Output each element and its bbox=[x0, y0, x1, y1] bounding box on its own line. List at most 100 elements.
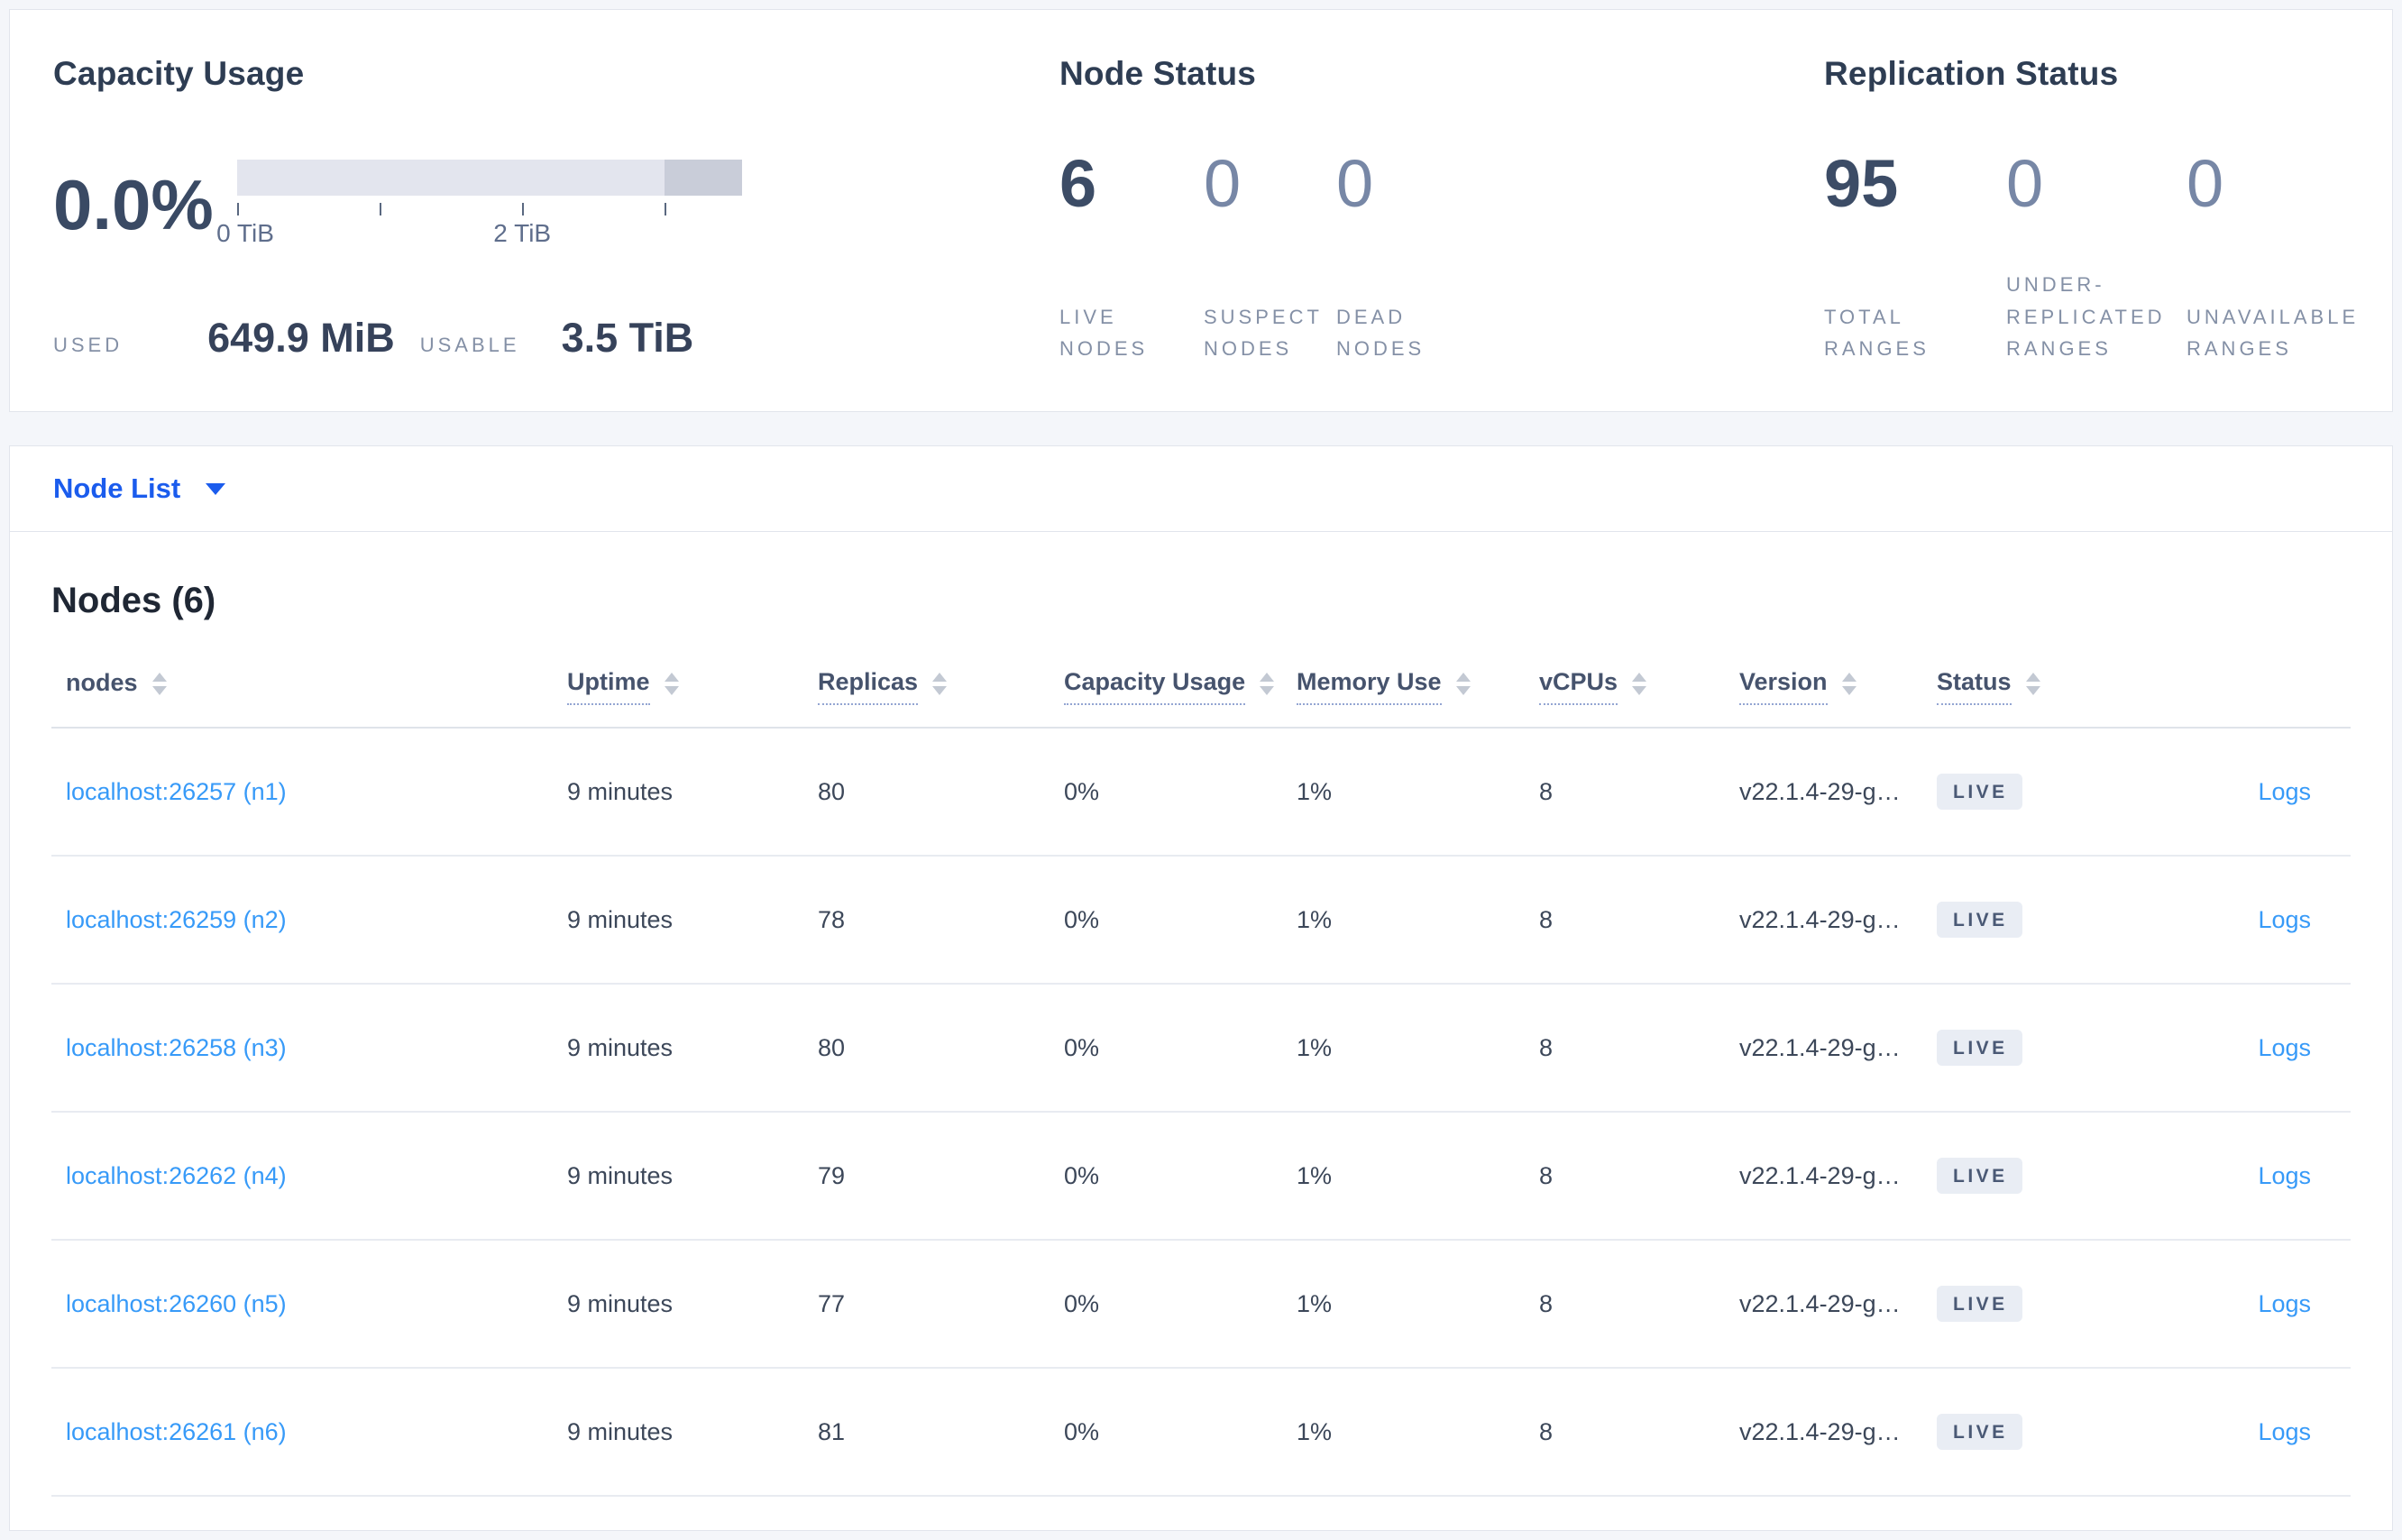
capacity-percent-value: 0.0% bbox=[53, 165, 214, 244]
unavailable-ranges-value: 0 bbox=[2187, 146, 2224, 221]
nodes-table-header: nodes Uptime Replicas Capacity Usage Mem… bbox=[51, 668, 2351, 729]
gauge-tick bbox=[522, 203, 525, 215]
status-cell: LIVE bbox=[1937, 1414, 2144, 1450]
capacity-usage-cell: 0% bbox=[1064, 1417, 1100, 1445]
column-header-version[interactable]: Version bbox=[1739, 668, 1937, 705]
status-badge: LIVE bbox=[1937, 1158, 2022, 1194]
status-badge: LIVE bbox=[1937, 1286, 2022, 1322]
gauge-tick bbox=[379, 203, 381, 215]
under-replicated-ranges-value: 0 bbox=[2006, 146, 2044, 221]
table-row: localhost:26261 (n6) 9 minutes 81 0% 1% … bbox=[51, 1369, 2351, 1497]
vcpus-cell: 8 bbox=[1539, 1033, 1554, 1061]
column-header-status[interactable]: Status bbox=[1937, 668, 2144, 705]
node-list-dropdown[interactable]: Node List bbox=[53, 472, 226, 505]
capacity-usage-panel: Capacity Usage 0.0% 0 TiB 2 TiB USED 649… bbox=[10, 10, 1052, 411]
column-header-nodes[interactable]: nodes bbox=[66, 669, 567, 704]
node-address-link[interactable]: localhost:26257 (n1) bbox=[66, 778, 287, 805]
uptime-cell: 9 minutes bbox=[567, 1161, 674, 1189]
version-cell: v22.1.4-29-g… bbox=[1739, 905, 1901, 933]
node-address-link[interactable]: localhost:26259 (n2) bbox=[66, 906, 287, 933]
node-address-link[interactable]: localhost:26261 (n6) bbox=[66, 1418, 287, 1445]
status-cell: LIVE bbox=[1937, 1158, 2144, 1194]
sort-icon bbox=[664, 673, 679, 695]
total-ranges-stat: 95 TOTAL RANGES bbox=[1824, 151, 2006, 364]
capacity-usage-cell: 0% bbox=[1064, 1161, 1100, 1189]
chevron-down-icon bbox=[206, 482, 226, 495]
suspect-nodes-stat: 0 SUSPECT NODES bbox=[1204, 151, 1336, 364]
live-nodes-value: 6 bbox=[1059, 146, 1097, 221]
usable-label: USABLE bbox=[419, 334, 520, 356]
suspect-nodes-label: SUSPECT NODES bbox=[1204, 305, 1323, 360]
version-cell: v22.1.4-29-g… bbox=[1739, 1289, 1901, 1317]
node-address-link[interactable]: localhost:26260 (n5) bbox=[66, 1290, 287, 1317]
used-value: 649.9 MiB bbox=[207, 315, 395, 361]
unavailable-ranges-stat: 0 UNAVAILABLE RANGES bbox=[2187, 151, 2376, 364]
vcpus-cell: 8 bbox=[1539, 1417, 1554, 1445]
view-selector-bar: Node List bbox=[9, 445, 2393, 532]
replication-status-panel: Replication Status 95 TOTAL RANGES 0 UND… bbox=[1817, 10, 2392, 411]
sort-icon bbox=[1632, 673, 1647, 695]
status-badge: LIVE bbox=[1937, 774, 2022, 810]
status-cell: LIVE bbox=[1937, 1286, 2144, 1322]
version-cell: v22.1.4-29-g… bbox=[1739, 777, 1901, 805]
capacity-gauge-tick-labels: 0 TiB 2 TiB bbox=[216, 219, 742, 250]
logs-link[interactable]: Logs bbox=[2258, 1162, 2311, 1189]
capacity-usage-cell: 0% bbox=[1064, 905, 1100, 933]
live-nodes-label: LIVE NODES bbox=[1059, 305, 1149, 360]
uptime-cell: 9 minutes bbox=[567, 1289, 674, 1317]
table-row: localhost:26257 (n1) 9 minutes 80 0% 1% … bbox=[51, 729, 2351, 857]
summary-panels-card: Capacity Usage 0.0% 0 TiB 2 TiB USED 649… bbox=[9, 9, 2393, 412]
dead-nodes-stat: 0 DEAD NODES bbox=[1336, 151, 1462, 364]
node-status-panel-title: Node Status bbox=[1059, 55, 1257, 92]
capacity-panel-title: Capacity Usage bbox=[53, 55, 305, 92]
node-address-link[interactable]: localhost:26262 (n4) bbox=[66, 1162, 287, 1189]
table-row: localhost:26262 (n4) 9 minutes 79 0% 1% … bbox=[51, 1113, 2351, 1241]
column-header-memory-use[interactable]: Memory Use bbox=[1297, 668, 1539, 705]
column-header-replicas[interactable]: Replicas bbox=[818, 668, 1064, 705]
uptime-cell: 9 minutes bbox=[567, 1033, 674, 1061]
uptime-cell: 9 minutes bbox=[567, 905, 674, 933]
uptime-cell: 9 minutes bbox=[567, 1417, 674, 1445]
logs-link[interactable]: Logs bbox=[2258, 906, 2311, 933]
uptime-cell: 9 minutes bbox=[567, 777, 674, 805]
nodes-table-title: Nodes (6) bbox=[51, 581, 216, 620]
node-list-dropdown-label: Node List bbox=[53, 472, 181, 504]
logs-cell: Logs bbox=[2144, 1290, 2351, 1318]
logs-link[interactable]: Logs bbox=[2258, 1034, 2311, 1061]
logs-cell: Logs bbox=[2144, 1034, 2351, 1062]
column-header-vcpus[interactable]: vCPUs bbox=[1539, 668, 1739, 705]
version-cell: v22.1.4-29-g… bbox=[1739, 1417, 1901, 1445]
vcpus-cell: 8 bbox=[1539, 1161, 1554, 1189]
status-cell: LIVE bbox=[1937, 902, 2144, 938]
table-row: localhost:26259 (n2) 9 minutes 78 0% 1% … bbox=[51, 857, 2351, 985]
status-cell: LIVE bbox=[1937, 774, 2144, 810]
status-badge: LIVE bbox=[1937, 902, 2022, 938]
suspect-nodes-value: 0 bbox=[1204, 146, 1242, 221]
column-header-capacity-usage[interactable]: Capacity Usage bbox=[1064, 668, 1297, 705]
column-header-uptime[interactable]: Uptime bbox=[567, 668, 818, 705]
node-address-link[interactable]: localhost:26258 (n3) bbox=[66, 1034, 287, 1061]
cluster-overview-page: Capacity Usage 0.0% 0 TiB 2 TiB USED 649… bbox=[0, 0, 2402, 1531]
node-status-stats: 6 LIVE NODES 0 SUSPECT NODES 0 DEAD NODE… bbox=[1059, 151, 1817, 411]
logs-link[interactable]: Logs bbox=[2258, 778, 2311, 805]
nodes-table-card: Nodes (6) nodes Uptime Replicas Capacity… bbox=[9, 532, 2393, 1531]
replicas-cell: 78 bbox=[818, 905, 846, 933]
under-replicated-ranges-label: UNDER-REPLICATED RANGES bbox=[2006, 273, 2166, 360]
memory-use-cell: 1% bbox=[1297, 777, 1333, 805]
sort-icon bbox=[1260, 673, 1275, 695]
logs-cell: Logs bbox=[2144, 1162, 2351, 1190]
memory-use-cell: 1% bbox=[1297, 1289, 1333, 1317]
logs-link[interactable]: Logs bbox=[2258, 1418, 2311, 1445]
total-ranges-label: TOTAL RANGES bbox=[1824, 305, 1930, 360]
memory-use-cell: 1% bbox=[1297, 1417, 1333, 1445]
table-row: localhost:26260 (n5) 9 minutes 77 0% 1% … bbox=[51, 1241, 2351, 1369]
logs-link[interactable]: Logs bbox=[2258, 1290, 2311, 1317]
table-row: localhost:26258 (n3) 9 minutes 80 0% 1% … bbox=[51, 985, 2351, 1113]
memory-use-cell: 1% bbox=[1297, 905, 1333, 933]
gauge-tick bbox=[665, 203, 667, 215]
replicas-cell: 80 bbox=[818, 777, 846, 805]
logs-cell: Logs bbox=[2144, 778, 2351, 806]
under-replicated-ranges-stat: 0 UNDER-REPLICATED RANGES bbox=[2006, 151, 2187, 364]
status-badge: LIVE bbox=[1937, 1414, 2022, 1450]
total-ranges-value: 95 bbox=[1824, 146, 1899, 221]
